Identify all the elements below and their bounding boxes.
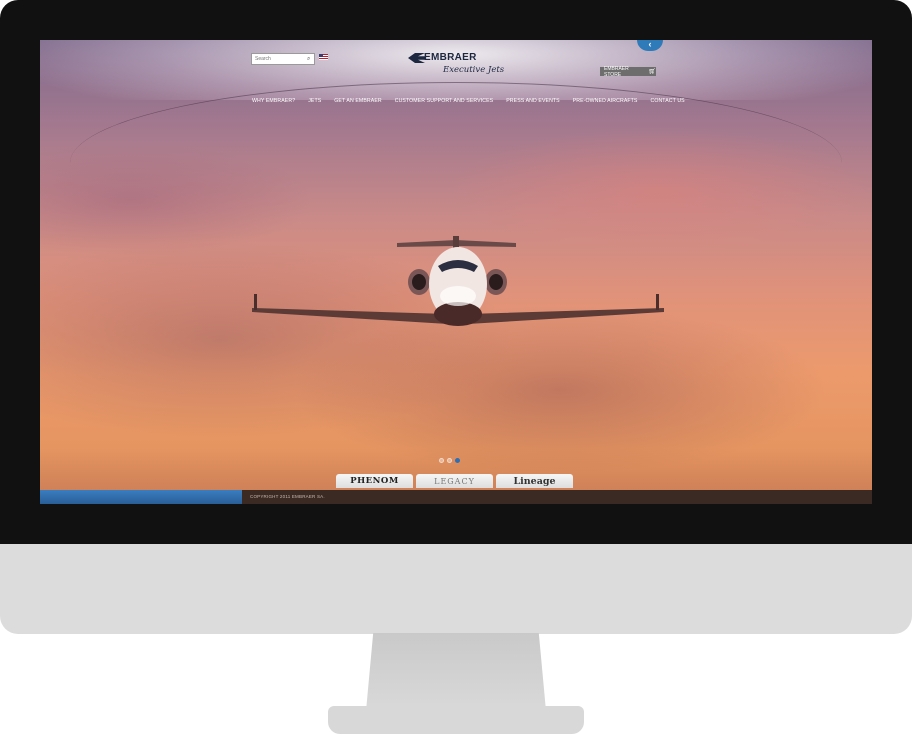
nav-item-press-events[interactable]: PRESS AND EVENTS <box>506 98 560 104</box>
tab-lineage[interactable]: Lineage <box>496 474 573 488</box>
monitor-stand-base <box>328 706 584 734</box>
tab-legacy[interactable]: LEGACY <box>416 474 493 488</box>
nav-item-pre-owned[interactable]: PRE-OWNED AIRCRAFTS <box>573 98 638 104</box>
cart-icon: 🛒︎ <box>648 68 656 75</box>
footer-accent-bar <box>40 490 242 504</box>
carousel-dot-active[interactable] <box>455 458 460 463</box>
copyright-text: COPYRIGHT 2011 EMBRAER SA. <box>250 494 325 499</box>
search-box[interactable]: ⌕ <box>251 53 315 65</box>
monitor-stand-neck <box>366 633 546 711</box>
nav-item-jets[interactable]: JETS <box>308 98 321 104</box>
search-input[interactable] <box>252 54 307 64</box>
carousel-dot[interactable] <box>439 458 444 463</box>
nav-item-customer-support[interactable]: CUSTOMER SUPPORT AND SERVICES <box>395 98 494 104</box>
tab-phenom[interactable]: PHENOM <box>336 474 413 488</box>
brand-logo-text[interactable]: EMBRAER <box>424 52 477 63</box>
jet-family-tabs: PHENOM LEGACY Lineage <box>336 474 573 488</box>
us-flag-icon[interactable] <box>319 54 328 60</box>
nav-item-why-embraer[interactable]: WHY EMBRAER? <box>252 98 295 104</box>
carousel-dot[interactable] <box>447 458 452 463</box>
brand-subtitle: Executive Jets <box>443 65 505 75</box>
footer-bar: COPYRIGHT 2011 EMBRAER SA. <box>40 490 872 504</box>
store-label: EMBRAER STORE <box>604 65 629 78</box>
screen: ⌕ EMBRAER Executive Jets EMBRAER STORE 🛒… <box>40 40 872 504</box>
main-nav: WHY EMBRAER? JETS GET AN EMBRAER CUSTOME… <box>252 98 685 104</box>
nav-item-get-an-embraer[interactable]: GET AN EMBRAER <box>334 98 381 104</box>
nav-item-contact-us[interactable]: CONTACT US <box>650 98 684 104</box>
monitor-chin <box>0 544 912 634</box>
search-icon[interactable]: ⌕ <box>307 56 313 62</box>
embraer-store-button[interactable]: EMBRAER STORE 🛒︎ <box>600 65 656 78</box>
embraer-logo-icon <box>408 53 425 63</box>
carousel-dots <box>439 458 460 463</box>
hero-jet-image <box>252 236 664 326</box>
